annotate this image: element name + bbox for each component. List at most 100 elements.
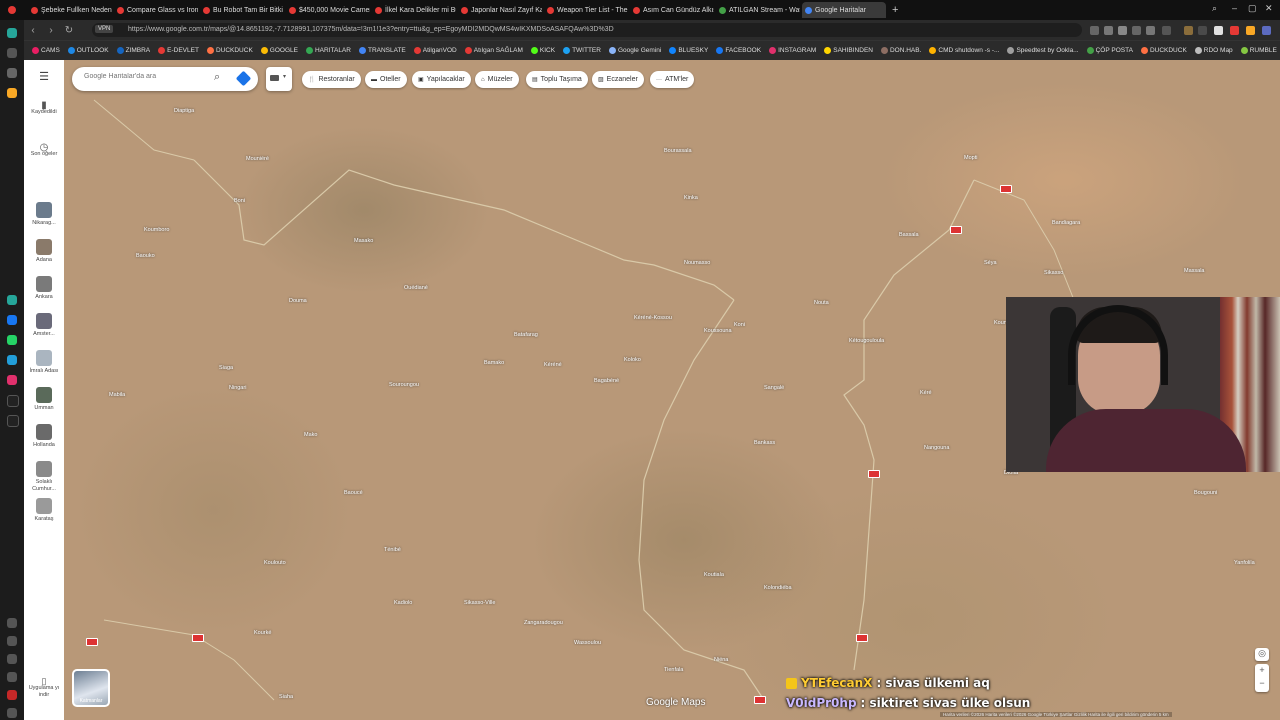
profile-icon[interactable]: [1262, 26, 1271, 35]
tab-0[interactable]: Şebeke Fullken Neden İni: [28, 2, 112, 18]
recent-place-item[interactable]: Solaklı Cumhur...: [24, 461, 64, 493]
place-label[interactable]: Tienfala: [664, 667, 683, 673]
place-label[interactable]: Kéré: [920, 390, 932, 396]
place-label[interactable]: Sangalé: [764, 385, 784, 391]
bookmark-item[interactable]: CAMS: [32, 47, 60, 54]
recent-place-item[interactable]: Hollanda: [24, 424, 64, 449]
tab-4[interactable]: İlkel Kara Delikler mi Bulu: [372, 2, 456, 18]
place-label[interactable]: Sikasso-Ville: [464, 600, 495, 606]
bookmark-item[interactable]: BLUESKY: [669, 47, 708, 54]
bookmark-item[interactable]: Google Gemini: [608, 47, 661, 54]
chip-train[interactable]: ▤ Toplu Taşıma: [526, 71, 588, 88]
extension-icon[interactable]: [1162, 26, 1171, 35]
close-window-icon[interactable]: ✕: [1265, 3, 1273, 14]
chip-museum[interactable]: ⌂ Müzeler: [475, 71, 519, 88]
directions-icon[interactable]: [235, 70, 252, 87]
history-icon[interactable]: [7, 654, 17, 664]
vpn-badge[interactable]: VPN: [95, 25, 114, 33]
chip-fork-knife[interactable]: 🍴 Restoranlar: [302, 71, 361, 88]
bookmark-item[interactable]: RDO Map: [1194, 47, 1233, 54]
place-label[interactable]: Séya: [984, 260, 997, 266]
place-label[interactable]: Massala: [1184, 268, 1204, 274]
recent-place-item[interactable]: Umman: [24, 387, 64, 412]
place-label[interactable]: Mabila: [109, 392, 125, 398]
bookmark-item[interactable]: ZIMBRA: [116, 47, 150, 54]
url-field[interactable]: https://www.google.com.tr/maps/@14.86511…: [92, 23, 1082, 37]
telegram-icon[interactable]: [7, 355, 17, 365]
bookmark-item[interactable]: Atılgan SAĞLAM: [464, 47, 523, 54]
bookmark-item[interactable]: HARITALAR: [305, 47, 351, 54]
place-label[interactable]: Wassoulou: [574, 640, 601, 646]
notification-icon[interactable]: [7, 88, 17, 98]
extension-icon[interactable]: [1230, 26, 1239, 35]
zoom-in-button[interactable]: +: [1255, 664, 1269, 677]
place-label[interactable]: Boni: [234, 198, 245, 204]
get-app-button[interactable]: ▯ Uygulama yı indir: [24, 677, 64, 699]
place-label[interactable]: Zangaradougou: [524, 620, 563, 626]
place-label[interactable]: Koni: [734, 322, 745, 328]
reload-icon[interactable]: ↻: [62, 25, 76, 36]
place-label[interactable]: Nangouna: [924, 445, 949, 451]
place-label[interactable]: Kéréné: [544, 362, 562, 368]
tab-8[interactable]: ATILGAN Stream - Watch: [716, 2, 800, 18]
settings-icon[interactable]: [7, 672, 17, 682]
search-box[interactable]: ⌕: [72, 67, 258, 91]
layers-button[interactable]: ▾: [266, 67, 292, 91]
hamburger-icon[interactable]: ☰: [24, 72, 64, 83]
tab-6[interactable]: Weapon Tier List - The Fo: [544, 2, 628, 18]
place-label[interactable]: Batafarag: [514, 332, 538, 338]
apps-icon[interactable]: [7, 618, 17, 628]
place-label[interactable]: Kolondiéba: [764, 585, 792, 591]
search-input[interactable]: [82, 72, 206, 81]
bookmark-item[interactable]: E-DEVLET: [158, 47, 199, 54]
place-label[interactable]: Siaha: [279, 694, 293, 700]
bookmark-item[interactable]: TWITTER: [563, 47, 601, 54]
place-label[interactable]: Masako: [354, 238, 373, 244]
place-label[interactable]: Baoucé: [344, 490, 363, 496]
place-label[interactable]: Koutiala: [704, 572, 724, 578]
place-label[interactable]: Niéna: [714, 657, 728, 663]
tab-1[interactable]: Compare Glass vs Iron - Y: [114, 2, 198, 18]
recent-place-item[interactable]: Amster...: [24, 313, 64, 338]
place-label[interactable]: Yanfolila: [1234, 560, 1255, 566]
place-label[interactable]: Mako: [304, 432, 317, 438]
edit-icon[interactable]: [7, 636, 17, 646]
place-label[interactable]: Ningari: [229, 385, 246, 391]
browser-logo-icon[interactable]: [8, 6, 16, 14]
tab-2[interactable]: Bu Robot Tam Bir Bitki Gi: [200, 2, 284, 18]
place-label[interactable]: Mouniéré: [246, 156, 269, 162]
extension-icon[interactable]: [1184, 26, 1193, 35]
saved-button[interactable]: ▮ Kaydedildi: [24, 101, 64, 116]
tab-5[interactable]: Japonlar Nasıl Zayıf Kalıy: [458, 2, 542, 18]
home-icon[interactable]: [7, 28, 17, 38]
place-label[interactable]: Koumboro: [144, 227, 169, 233]
search-icon[interactable]: ⌕: [214, 71, 220, 84]
search-tabs-icon[interactable]: ⌕: [1212, 3, 1217, 14]
extension-icon[interactable]: [1198, 26, 1207, 35]
place-label[interactable]: Kéréné-Kossou: [634, 315, 672, 321]
my-location-button[interactable]: ◎: [1255, 648, 1269, 661]
place-label[interactable]: Ténibé: [384, 547, 401, 553]
place-label[interactable]: Noumasso: [684, 260, 710, 266]
place-label[interactable]: Bagabéné: [594, 378, 619, 384]
bookmark-item[interactable]: ÇÖP POSTA: [1086, 47, 1133, 54]
bookmark-item[interactable]: KICK: [530, 47, 555, 54]
play-icon[interactable]: [1214, 26, 1223, 35]
record-icon[interactable]: [7, 690, 17, 700]
recent-place-item[interactable]: İmralı Adası: [24, 350, 64, 375]
bookmark-item[interactable]: GOOGLE: [260, 47, 298, 54]
place-label[interactable]: Bougouni: [1194, 490, 1217, 496]
instagram-icon[interactable]: [7, 375, 17, 385]
maximize-icon[interactable]: ▢: [1248, 3, 1257, 14]
bookmark-item[interactable]: DUCKDUCK: [206, 47, 253, 54]
chip-bed[interactable]: ▬ Oteller: [365, 71, 407, 88]
recent-place-item[interactable]: Ankara: [24, 276, 64, 301]
recent-place-item[interactable]: Karataş: [24, 498, 64, 523]
forward-icon[interactable]: ›: [44, 25, 58, 36]
place-label[interactable]: Sikasso: [1044, 270, 1063, 276]
recent-place-item[interactable]: Adana: [24, 239, 64, 264]
place-label[interactable]: Kétougouloula: [849, 338, 884, 344]
place-label[interactable]: Bankass: [754, 440, 775, 446]
place-label[interactable]: Bandiagara: [1052, 220, 1080, 226]
chip-camera[interactable]: ▣ Yapılacaklar: [412, 71, 471, 88]
